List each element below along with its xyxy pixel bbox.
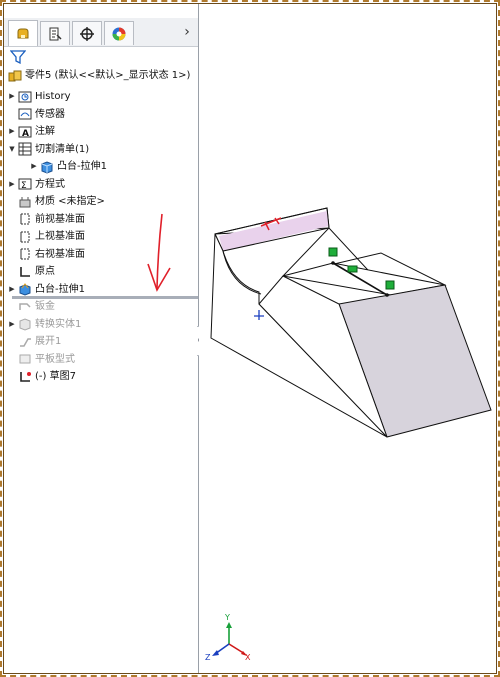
tree-item-label: 方程式 bbox=[35, 178, 65, 190]
appearance-wheel-icon bbox=[112, 27, 126, 40]
triad-x-label: X bbox=[245, 653, 251, 662]
view-triad[interactable]: Y X Z bbox=[205, 613, 251, 662]
tree-item[interactable]: 右视基准面 bbox=[8, 246, 85, 263]
origin-icon bbox=[18, 265, 32, 279]
sketch-icon bbox=[18, 370, 32, 384]
no-expander bbox=[8, 351, 16, 368]
no-expander bbox=[8, 193, 16, 210]
tree-item[interactable]: 上视基准面 bbox=[8, 228, 85, 245]
tree-item-label: 凸台-拉伸1 bbox=[57, 161, 107, 172]
tree-item-label: 注解 bbox=[35, 126, 55, 137]
tree-item-label: History bbox=[35, 91, 71, 102]
tree-item-label: 原点 bbox=[35, 266, 55, 277]
tree-item[interactable]: 传感器 bbox=[8, 106, 65, 123]
tree-item[interactable]: 前视基准面 bbox=[8, 211, 85, 228]
expand-down-icon[interactable]: ▼ bbox=[8, 141, 16, 158]
tree-item[interactable]: ▶ History bbox=[8, 88, 71, 105]
tab-configuration-manager[interactable] bbox=[72, 21, 102, 45]
tree-item[interactable]: 平板型式 bbox=[8, 351, 75, 368]
history-icon bbox=[18, 90, 32, 104]
no-expander bbox=[8, 106, 16, 123]
tree-root-label: 零件5 (默认<<默认>_显示状态 1>) bbox=[25, 70, 191, 81]
expand-right-icon[interactable]: ▶ bbox=[8, 176, 16, 193]
graphics-viewport[interactable]: Y X Z bbox=[199, 4, 496, 673]
no-expander bbox=[8, 333, 16, 350]
tree-item-label: 材质 <未指定> bbox=[35, 196, 105, 207]
feature-manager-icon bbox=[17, 28, 29, 38]
triad-z-label: Z bbox=[205, 653, 211, 662]
crosshair-icon bbox=[80, 26, 94, 41]
tree-item[interactable]: 材质 <未指定> bbox=[8, 193, 105, 210]
expand-right-icon[interactable]: ▶ bbox=[8, 123, 16, 140]
expand-right-icon[interactable]: ▶ bbox=[8, 88, 16, 105]
feature-manager-panel: › 零件5 (默认<<默认>_显示状态 1>) ▶ History 传感器 ▶ A 注解 ▼… bbox=[4, 4, 199, 673]
plane-icon bbox=[18, 212, 32, 226]
solid-body-icon bbox=[40, 160, 54, 174]
annotation-icon: A bbox=[18, 125, 32, 139]
tree-item-label: 凸台-拉伸1 bbox=[35, 283, 85, 295]
tree-root-part[interactable]: 零件5 (默认<<默认>_显示状态 1>) bbox=[6, 67, 190, 84]
no-expander bbox=[8, 246, 16, 263]
equation-icon: Σ bbox=[18, 177, 32, 191]
cut-list-icon bbox=[18, 142, 32, 156]
no-expander bbox=[8, 298, 16, 315]
tree-item-label: 右视基准面 bbox=[35, 248, 85, 260]
tree-item[interactable]: ▶ Σ 方程式 bbox=[8, 176, 65, 193]
filter-icon[interactable] bbox=[9, 50, 27, 65]
tree-item-label: 平板型式 bbox=[35, 353, 75, 365]
no-expander bbox=[8, 368, 16, 385]
sheet-metal-icon bbox=[18, 300, 32, 314]
svg-text:Σ: Σ bbox=[21, 181, 27, 191]
tree-item[interactable]: ▶ A 注解 bbox=[8, 123, 55, 140]
tree-item-label: 前视基准面 bbox=[35, 213, 85, 225]
property-manager-icon bbox=[49, 27, 62, 40]
more-tabs-chevron-icon[interactable]: › bbox=[180, 24, 194, 40]
tree-item-label: 传感器 bbox=[35, 108, 65, 120]
convert-entities-icon bbox=[18, 317, 32, 331]
expand-right-icon[interactable]: ▶ bbox=[8, 281, 16, 298]
plane-icon bbox=[18, 230, 32, 244]
vertex-point[interactable] bbox=[385, 293, 389, 297]
material-icon bbox=[18, 195, 32, 209]
flat-pattern-icon bbox=[18, 352, 32, 366]
tree-item[interactable]: 钣金 bbox=[8, 298, 55, 315]
vertex-point[interactable] bbox=[331, 261, 335, 265]
extrude-icon bbox=[18, 282, 32, 296]
svg-text:A: A bbox=[22, 129, 29, 139]
tree-item-label: (-) 草图7 bbox=[35, 371, 76, 382]
tab-feature-manager[interactable] bbox=[8, 20, 38, 46]
no-expander bbox=[8, 228, 16, 245]
selection-handle[interactable] bbox=[328, 247, 338, 257]
tree-item-label: 转换实体1 bbox=[35, 318, 82, 330]
plane-icon bbox=[18, 247, 32, 261]
unfold-icon bbox=[18, 335, 32, 349]
tree-item-label: 切割清单(1) bbox=[35, 143, 90, 155]
selection-handle[interactable] bbox=[347, 265, 358, 273]
tab-property-manager[interactable] bbox=[40, 21, 70, 45]
part-icon bbox=[8, 69, 22, 83]
selection-handle[interactable] bbox=[385, 280, 395, 290]
tree-item-label: 上视基准面 bbox=[35, 231, 85, 242]
tree-item[interactable]: 展开1 bbox=[8, 333, 61, 350]
annotation-arrow-icon bbox=[147, 213, 171, 292]
tab-display-manager[interactable] bbox=[104, 21, 134, 45]
manager-tab-bar: › bbox=[4, 18, 198, 47]
tree-item-label: 钣金 bbox=[35, 301, 55, 312]
expand-right-icon[interactable]: ▶ bbox=[8, 316, 16, 333]
no-expander bbox=[8, 263, 16, 280]
tree-item[interactable]: ▶ 凸台-拉伸1 bbox=[30, 158, 107, 175]
expand-right-icon[interactable]: ▶ bbox=[30, 158, 38, 175]
tree-item[interactable]: ▶ 凸台-拉伸1 bbox=[8, 281, 85, 298]
tree-item-label: 展开1 bbox=[35, 336, 62, 347]
tree-item[interactable]: ▶ 转换实体1 bbox=[8, 316, 81, 333]
no-expander bbox=[8, 211, 16, 228]
tree-item[interactable]: (-) 草图7 bbox=[8, 368, 76, 385]
triad-y-label: Y bbox=[224, 613, 230, 622]
tree-item[interactable]: ▼ 切割清单(1) bbox=[8, 141, 89, 158]
sensor-icon bbox=[18, 107, 32, 121]
tree-item[interactable]: 原点 bbox=[8, 263, 55, 280]
